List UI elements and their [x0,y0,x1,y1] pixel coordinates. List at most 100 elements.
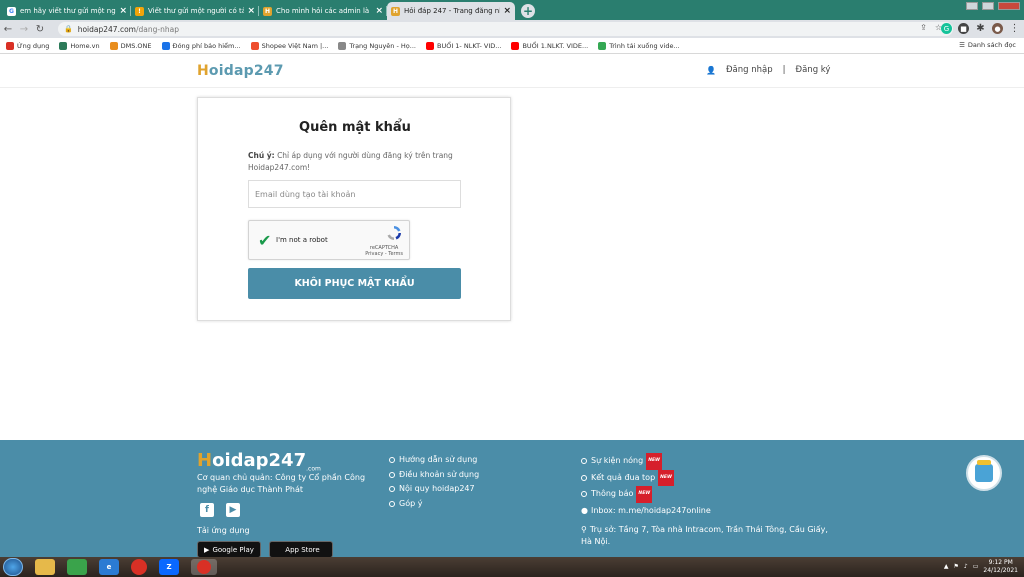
company-description: Cơ quan chủ quản: Công ty Cổ phần Công n… [197,473,366,494]
recaptcha-widget: ✔ I'm not a robot reCAPTCHA Privacy - Ter… [248,220,410,260]
messenger-icon: ● [581,506,588,515]
footer-link[interactable]: Nội quy hoidap247 [389,482,479,497]
windows-taskbar: e Z ▲ ⚑ ♪ ▭ 9:12 PM 24/12/2021 [0,557,1024,577]
hoidap-favicon-icon: H [263,6,272,16]
file-explorer-icon[interactable] [35,559,55,575]
footer-link[interactable]: Hướng dẫn sử dụng [389,453,479,468]
chrome-icon[interactable] [131,559,147,575]
bookmark-favicon-icon [250,41,259,50]
inbox-link[interactable]: ● Inbox: m.me/hoidap247online [581,506,711,515]
auth-links: 👤 Đăng nhập | Đăng ký [706,65,831,75]
forward-arrow-icon[interactable]: → [16,24,32,35]
new-badge: NEW [646,453,663,470]
tray-arrow-icon[interactable]: ▲ [944,563,949,570]
bookmark-item[interactable]: BUỔI 1.NLKT. VIDE... [511,41,588,50]
browser-tab-3[interactable]: H Cho mình hỏi các admin là làm t... × [259,2,387,20]
footer-link[interactable]: Kết quả đua top NEW [581,469,674,486]
browser-tab-4[interactable]: H Hỏi đáp 247 - Trang đăng nhập × [387,2,515,20]
footer-link[interactable]: Góp ý [389,497,479,512]
new-tab-button[interactable]: + [521,4,535,18]
reading-list[interactable]: ☰ Danh sách đọc [959,41,1016,49]
bookmark-item[interactable]: Đóng phí bảo hiểm... [161,41,241,50]
start-button[interactable] [3,558,23,576]
play-icon: ▶ [204,545,210,554]
recaptcha-logo-icon [387,226,401,240]
site-header: Hoidap247 👤 Đăng nhập | Đăng ký [0,55,1024,88]
browser-tab-1[interactable]: G em hãy viết thư gửi một người c... × [3,2,131,20]
puzzle-icon[interactable]: ✱ [975,23,986,34]
bookmark-item[interactable]: DMS.ONE [109,41,152,50]
footer-links-2: Sự kiện nóng NEW Kết quả đua top NEW Thông… [581,453,674,503]
footer-link[interactable]: Thông báo NEW [581,486,674,503]
footer-link[interactable]: Điều khoản sử dụng [389,468,479,483]
apps-grid-icon [6,41,14,50]
app-icon[interactable] [67,559,87,575]
bookmark-item[interactable]: Trạng Nguyên - Họ... [338,41,416,50]
recaptcha-checkbox[interactable]: ✔ [258,231,271,250]
bookmark-item[interactable]: Trình tải xuống vide... [598,41,680,50]
browser-tab-2[interactable]: ! Viết thư gửi một người có tấm ả... × [131,2,259,20]
browser-tab-strip: G em hãy viết thư gửi một người c... × !… [0,0,1024,20]
extension-icons: G ■ ✱ ● ⋮ [941,23,1020,34]
register-link[interactable]: Đăng ký [796,65,831,75]
menu-dots-icon[interactable]: ⋮ [1009,23,1020,34]
volume-icon[interactable]: ♪ [964,563,968,570]
close-tab-icon[interactable]: × [119,6,127,16]
email-input[interactable]: Email dùng tạo tài khoản [248,180,461,208]
forgot-password-card: Quên mật khẩu Chú ý: Chỉ áp dụng với ngư… [197,97,511,321]
facebook-icon[interactable]: f [200,503,214,517]
system-tray: ▲ ⚑ ♪ ▭ 9:12 PM 24/12/2021 [944,559,1018,574]
bookmark-favicon-icon [59,41,68,50]
close-tab-icon[interactable]: × [375,6,383,16]
page-title: Quên mật khẩu [299,120,411,135]
login-link[interactable]: Đăng nhập [726,65,773,75]
user-icon: 👤 [706,65,716,75]
new-badge: NEW [636,486,653,503]
site-logo[interactable]: Hoidap247 [197,63,284,79]
address-bar[interactable]: 🔒 hoidap247.com/dang-nhap [58,22,953,36]
download-icon [598,41,607,50]
chrome-active-icon[interactable] [191,559,217,575]
youtube-icon[interactable]: ▶ [226,503,240,517]
gift-icon [975,460,993,482]
close-window-button[interactable] [998,2,1020,10]
flag-icon[interactable]: ⚑ [954,563,959,570]
company-address: ⚲ Trụ sở: Tầng 7, Tòa nhà Intracom, Trần … [581,525,828,546]
bookmark-item[interactable]: BUỔI 1- NLKT- VID... [425,41,501,50]
grammarly-icon[interactable]: G [941,23,952,34]
app-store-button[interactable]: App Store [269,541,333,558]
internet-explorer-icon[interactable]: e [99,559,119,575]
restore-password-button[interactable]: KHÔI PHỤC MẬT KHẨU [248,268,461,299]
google-play-button[interactable]: ▶ Google Play [197,541,261,558]
close-tab-icon[interactable]: × [503,6,511,16]
footer-link[interactable]: Sự kiện nóng NEW [581,453,674,470]
chat-widget-button[interactable] [966,455,1002,491]
zalo-icon[interactable]: Z [159,559,179,575]
bookmark-favicon-icon [109,41,118,50]
camera-extension-icon[interactable]: ■ [958,23,969,34]
network-icon[interactable]: ▭ [973,563,979,570]
reload-icon[interactable]: ↻ [32,24,48,35]
footer-links-1: Hướng dẫn sử dụng Điều khoản sử dụng Nội… [389,453,479,511]
window-controls [966,2,1020,10]
bookmark-favicon-icon [161,41,170,50]
warning-favicon-icon: ! [135,6,144,16]
new-badge: NEW [658,469,674,486]
google-favicon-icon: G [7,6,16,16]
bookmark-favicon-icon [338,41,347,50]
maximize-button[interactable] [982,2,994,10]
recaptcha-links[interactable]: Privacy - Terms [365,251,403,257]
clock[interactable]: 9:12 PM 24/12/2021 [983,559,1018,574]
bookmark-item[interactable]: Home.vn [59,41,100,50]
footer-logo[interactable]: Hoidap247.com [197,450,321,473]
minimize-button[interactable] [966,2,978,10]
share-icon[interactable]: ⇪ [920,23,927,32]
app-store-badges: ▶ Google Play App Store [197,541,333,558]
back-arrow-icon[interactable]: ← [0,24,16,35]
reading-list-icon: ☰ [959,41,965,49]
close-tab-icon[interactable]: × [247,6,255,16]
bookmark-apps[interactable]: Ứng dụng [6,41,49,50]
profile-avatar[interactable]: ● [992,23,1003,34]
location-pin-icon: ⚲ [581,525,587,534]
bookmark-item[interactable]: Shopee Việt Nam |... [250,41,328,50]
